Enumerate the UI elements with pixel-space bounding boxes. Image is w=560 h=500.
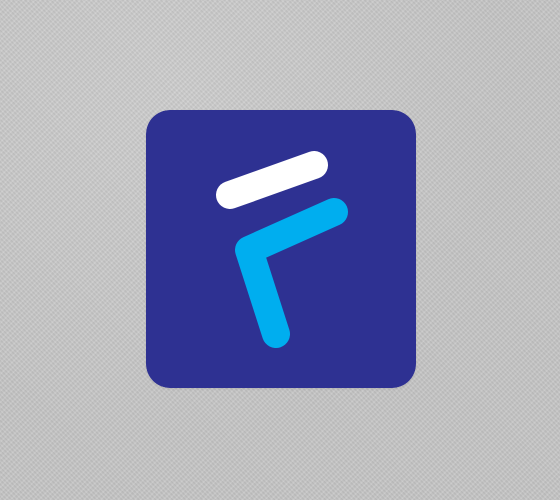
background-canvas xyxy=(0,0,560,500)
f-logo-icon xyxy=(146,110,416,388)
app-logo-icon xyxy=(146,110,416,388)
